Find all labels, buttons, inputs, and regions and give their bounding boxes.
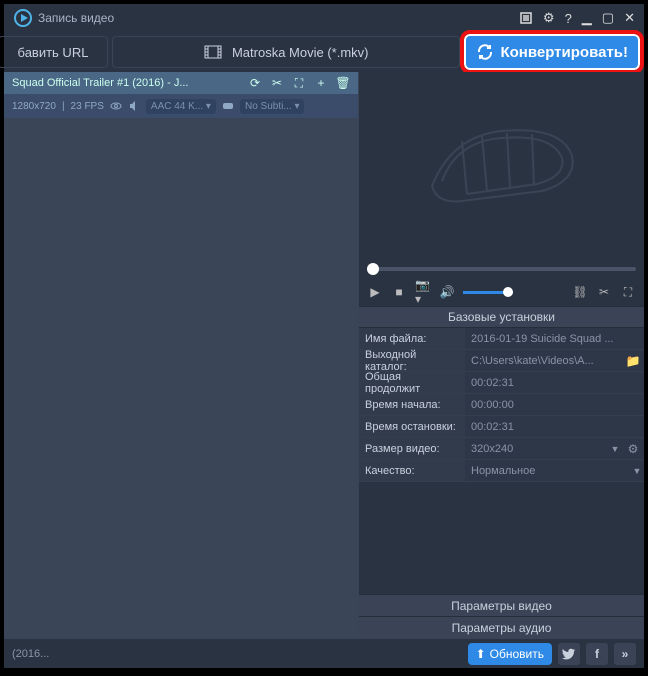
add-url-label: бавить URL (18, 45, 89, 60)
convert-button[interactable]: Конвертировать! (464, 34, 640, 70)
file-list-empty (4, 118, 358, 638)
film-icon (204, 43, 222, 61)
prop-value[interactable]: Нормальное (465, 460, 630, 481)
twitter-icon[interactable] (558, 643, 580, 665)
prop-value: 00:02:31 (465, 372, 644, 393)
prop-video-size: Размер видео: 320x240 ▼ ⚙ (359, 438, 644, 460)
format-label: Matroska Movie (*.mkv) (232, 45, 369, 60)
volume-slider[interactable] (463, 291, 513, 294)
prop-label: Имя файла: (359, 328, 465, 349)
prop-value[interactable]: 00:00:00 (465, 394, 644, 415)
browse-folder-icon[interactable]: 📁 (622, 350, 644, 371)
crop-icon[interactable]: ⛶ (292, 76, 306, 90)
cut-icon[interactable]: ✂ (596, 284, 612, 300)
remove-file-icon[interactable]: 🗑 (336, 76, 350, 90)
more-icon[interactable]: » (614, 643, 636, 665)
window-title: Запись видео (38, 11, 114, 25)
add-file-icon[interactable]: + (314, 76, 328, 90)
filmstrip-art-icon (412, 106, 592, 226)
maximize-icon[interactable]: ▢ (597, 10, 619, 26)
prop-value[interactable]: 2016-01-19 Suicide Squad ... (465, 328, 644, 349)
stop-icon[interactable]: ■ (391, 284, 407, 300)
prop-filename: Имя файла: 2016-01-19 Suicide Squad ... (359, 328, 644, 350)
audio-chip[interactable]: AAC 44 K... ▾ (146, 99, 216, 114)
snapshot-icon[interactable]: 📷▾ (415, 284, 431, 300)
minimize-icon[interactable]: ▁ (577, 10, 597, 26)
eye-icon (110, 100, 122, 112)
gear-icon[interactable]: ⚙ (538, 10, 560, 26)
seek-slider[interactable] (359, 260, 644, 278)
prop-label: Качество: (359, 460, 465, 481)
refresh-file-icon[interactable]: ⟳ (248, 76, 262, 90)
close-icon[interactable]: ✕ (619, 10, 640, 26)
prop-value[interactable]: 320x240 (465, 438, 608, 459)
settings-header: Базовые установки (359, 306, 644, 328)
play-icon[interactable]: ▶ (367, 284, 383, 300)
video-params-button[interactable]: Параметры видео (359, 594, 644, 616)
chevron-down-icon[interactable]: ▼ (608, 438, 622, 459)
scissors-icon[interactable]: ✂ (270, 76, 284, 90)
add-url-tab[interactable]: бавить URL (0, 36, 108, 68)
prop-start-time: Время начала: 00:00:00 (359, 394, 644, 416)
bottombar: (2016... ⬆ Обновить f » (4, 638, 644, 668)
upload-button[interactable]: ⬆ Обновить (468, 643, 552, 665)
file-details: 1280x720 | 23 FPS AAC 44 K... ▾ No Subti… (4, 94, 358, 118)
seek-track (367, 267, 636, 271)
prop-duration: Общая продолжит 00:02:31 (359, 372, 644, 394)
app-logo-icon (14, 9, 32, 27)
titlebar: Запись видео ⚙ ? ▁ ▢ ✕ (4, 4, 644, 32)
subtitle-icon (222, 100, 234, 112)
size-gear-icon[interactable]: ⚙ (622, 438, 644, 459)
prop-value[interactable]: C:\Users\kate\Videos\A... (465, 350, 622, 371)
app-window: Запись видео ⚙ ? ▁ ▢ ✕ бавить URL Matros… (4, 4, 644, 668)
status-text: (2016... (12, 648, 49, 660)
upload-icon: ⬆ (476, 647, 486, 661)
resolution-text: 1280x720 (12, 101, 56, 112)
file-title: Squad Official Trailer #1 (2016) - J... (12, 77, 240, 89)
chevron-down-icon[interactable]: ▼ (630, 460, 644, 481)
content-area: Squad Official Trailer #1 (2016) - J... … (4, 72, 644, 638)
preview-area (359, 72, 644, 260)
prop-quality: Качество: Нормальное ▼ (359, 460, 644, 482)
file-header[interactable]: Squad Official Trailer #1 (2016) - J... … (4, 72, 358, 94)
prop-label: Общая продолжит (359, 372, 465, 393)
upload-label: Обновить (490, 647, 544, 661)
toolbar: бавить URL Matroska Movie (*.mkv) Конвер… (4, 32, 644, 72)
prop-label: Выходной каталог: (359, 350, 465, 371)
refresh-icon (476, 43, 494, 61)
link-icon[interactable]: ⛓ (572, 284, 588, 300)
convert-label: Конвертировать! (500, 44, 628, 61)
prop-value[interactable]: 00:02:31 (465, 416, 644, 437)
fps-text: 23 FPS (71, 101, 104, 112)
audio-params-button[interactable]: Параметры аудио (359, 616, 644, 638)
prop-label: Размер видео: (359, 438, 465, 459)
right-panel: ▶ ■ 📷▾ 🔊 ⛓ ✂ ⛶ Базовые установки Имя фай… (358, 72, 644, 638)
prop-label: Время остановки: (359, 416, 465, 437)
file-list-panel: Squad Official Trailer #1 (2016) - J... … (4, 72, 358, 638)
menu-icon[interactable] (514, 11, 538, 25)
volume-icon[interactable]: 🔊 (439, 284, 455, 300)
format-tab[interactable]: Matroska Movie (*.mkv) (112, 36, 460, 68)
prop-output-dir: Выходной каталог: C:\Users\kate\Videos\A… (359, 350, 644, 372)
prop-stop-time: Время остановки: 00:02:31 (359, 416, 644, 438)
prop-label: Время начала: (359, 394, 465, 415)
crop2-icon[interactable]: ⛶ (620, 284, 636, 300)
help-icon[interactable]: ? (560, 11, 577, 26)
subs-chip[interactable]: No Subti... ▾ (240, 99, 305, 114)
volume-knob[interactable] (503, 287, 513, 297)
facebook-icon[interactable]: f (586, 643, 608, 665)
playback-controls: ▶ ■ 📷▾ 🔊 ⛓ ✂ ⛶ (359, 278, 644, 306)
seek-knob[interactable] (367, 263, 379, 275)
speaker-icon (128, 100, 140, 112)
